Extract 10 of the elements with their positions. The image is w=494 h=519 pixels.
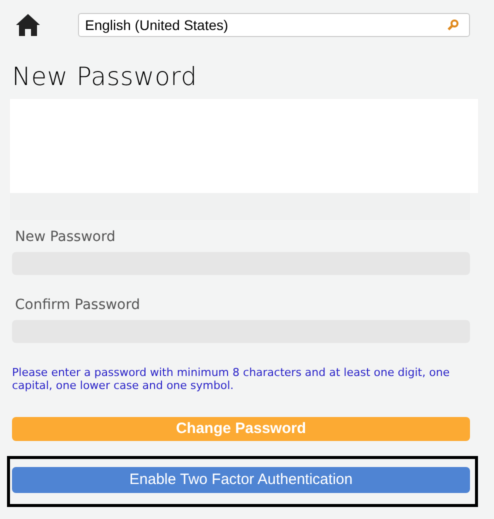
change-password-button[interactable]: Change Password: [12, 417, 470, 441]
page-title: New Password: [12, 61, 198, 93]
field-label: Confirm Password: [14, 296, 142, 315]
field-label: New Password: [14, 228, 116, 247]
language-select[interactable]: English (United States): [78, 13, 470, 37]
search-icon[interactable]: [447, 19, 459, 31]
two-factor-button[interactable]: Enable Two Factor Authentication: [12, 467, 470, 493]
language-value: English (United States): [84, 16, 230, 35]
home-icon[interactable]: [15, 13, 41, 37]
password-hint: Please enter a password with minimum 8 characters and at least one digit, one capital, one lower case and one symbol.: [12, 366, 451, 392]
